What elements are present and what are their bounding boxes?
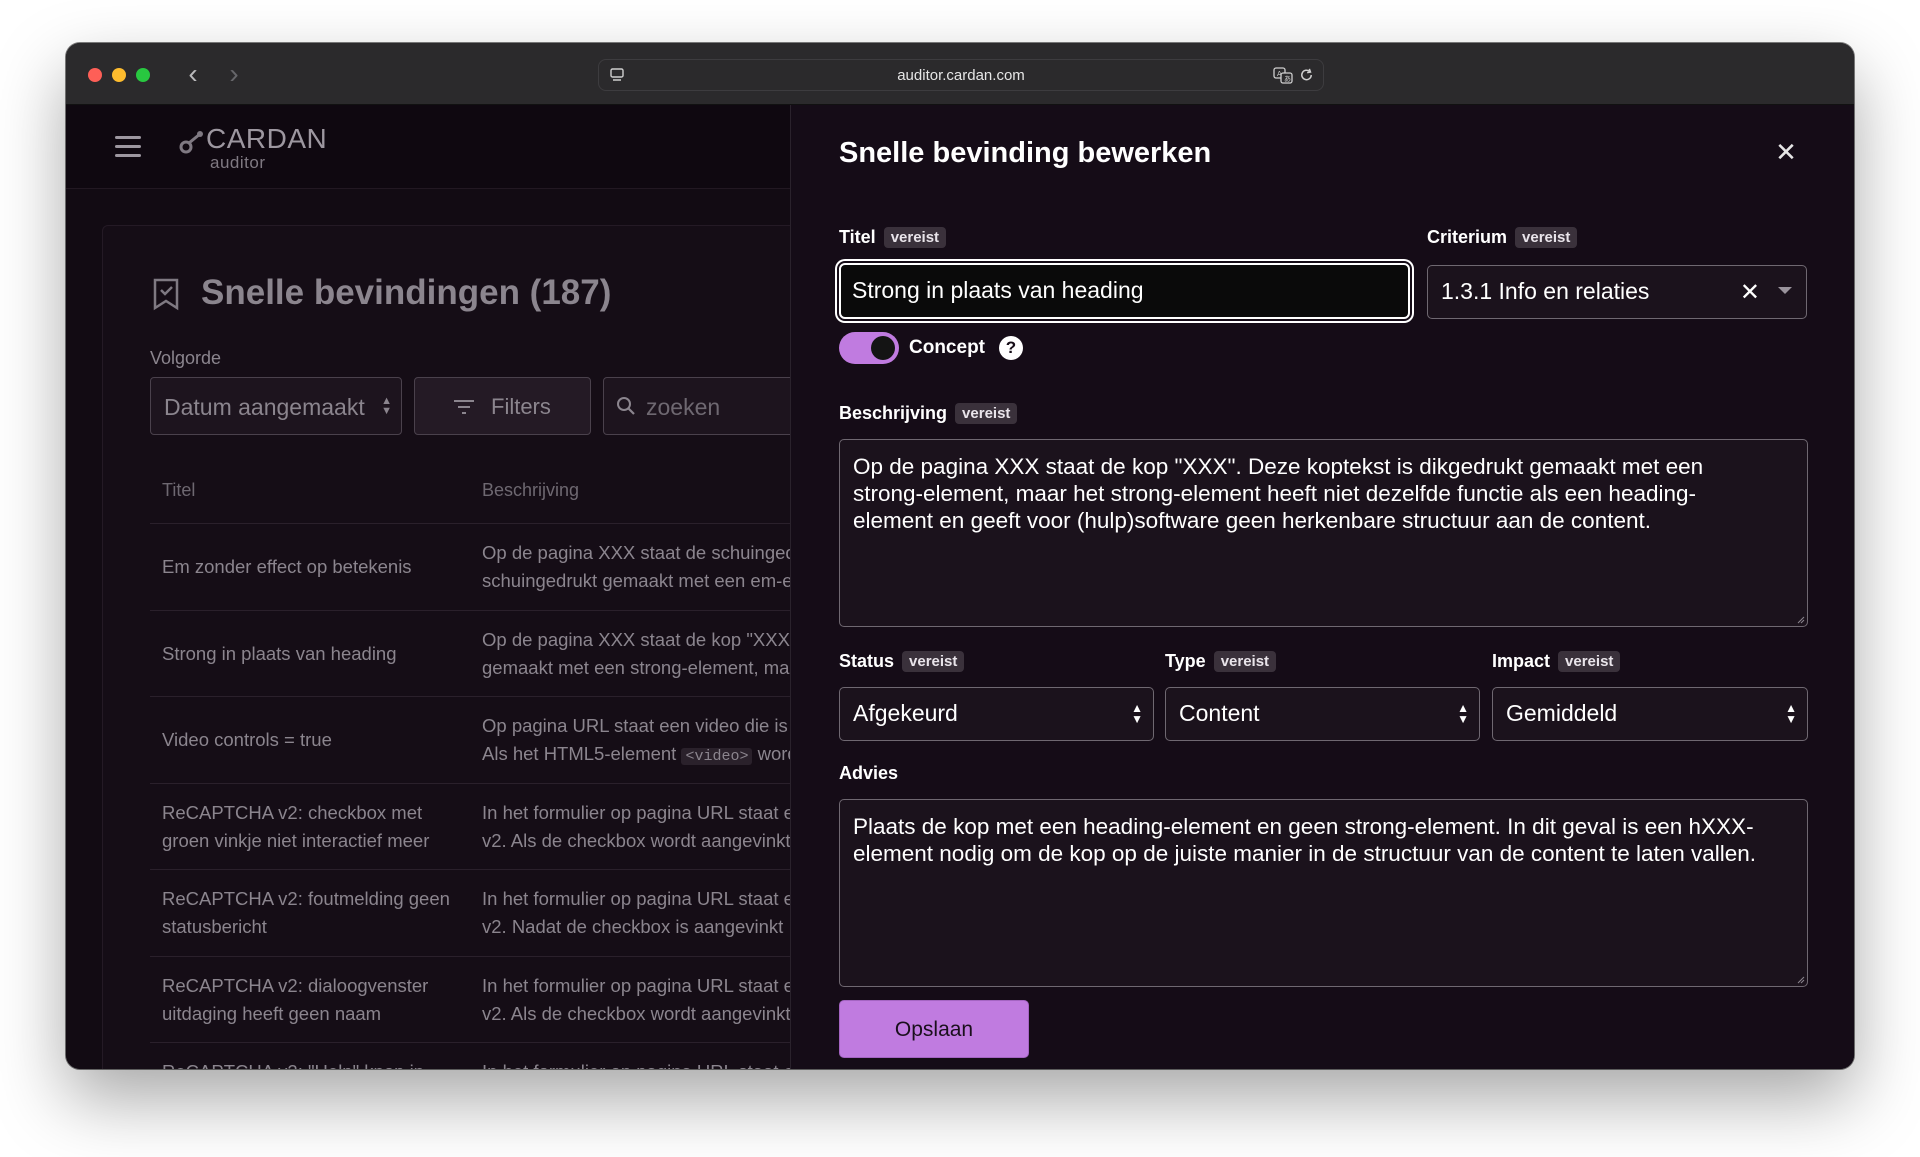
search-icon	[617, 397, 635, 415]
row-description: Op pagina URL staat een video die is ing…	[482, 715, 812, 765]
row-title[interactable]: Video controls = true	[162, 726, 462, 754]
select-arrows-icon: ▲ ▼	[1131, 701, 1143, 726]
logo-subtitle: auditor	[210, 153, 266, 172]
row-description: In het formulier op pagina URL staat een…	[482, 801, 812, 851]
menu-icon[interactable]	[115, 136, 141, 158]
page-title: Snelle bevindingen (187)	[201, 273, 612, 312]
translate-icon[interactable]: A あ	[1273, 67, 1293, 84]
table-row[interactable]: ReCAPTCHA v2: checkbox met groen vinkje …	[150, 782, 812, 870]
save-button-label: Opslaan	[894, 1018, 974, 1041]
back-icon[interactable]: ‹	[179, 57, 207, 91]
row-description: In het formulier op pagina URL staat een…	[482, 974, 812, 1024]
table-row[interactable]: Em zonder effect op betekenis Op de pagi…	[150, 523, 812, 610]
table-row[interactable]: Video controls = true Op pagina URL staa…	[150, 696, 812, 783]
forward-icon[interactable]: ›	[220, 57, 248, 91]
impact-select[interactable]: Gemiddeld ▲ ▼	[1492, 687, 1808, 741]
required-badge: vereist	[1558, 651, 1621, 672]
type-field-label: Type vereist	[1165, 651, 1277, 672]
logo-name: CARDAN	[206, 123, 328, 154]
row-description: Op de pagina XXX staat de schuingedrukte…	[482, 542, 812, 591]
table-row[interactable]: Strong in plaats van heading Op de pagin…	[150, 609, 812, 697]
order-label: Volgorde	[150, 348, 222, 368]
advice-textarea[interactable]: Plaats de kop met een heading-element en…	[839, 799, 1808, 987]
impact-field-label: Impact vereist	[1492, 651, 1621, 672]
edit-finding-dialog: Snelle bevinding bewerken ✕ Titel vereist…	[790, 105, 1854, 1069]
svg-text:あ: あ	[1284, 75, 1291, 83]
search-input[interactable]	[646, 392, 796, 422]
svg-text:A: A	[1277, 70, 1282, 78]
column-header-title[interactable]: Titel	[162, 480, 195, 501]
status-value: Afgekeurd	[853, 700, 958, 726]
row-title[interactable]: Strong in plaats van heading	[162, 640, 462, 668]
type-value: Content	[1179, 700, 1260, 726]
row-description: Op de pagina XXX staat de kop "XXX". Dez…	[482, 628, 812, 678]
row-description: In het formulier op pagina URL staat een…	[482, 888, 812, 937]
help-icon[interactable]: ?	[999, 336, 1023, 360]
browser-window: ‹ › auditor.cardan.com A あ CARDAN audito…	[66, 43, 1854, 1069]
app-area: CARDAN auditor Snelle bevindingen (187) …	[66, 105, 1854, 1069]
impact-value: Gemiddeld	[1506, 700, 1618, 726]
browser-titlebar: ‹ › auditor.cardan.com A あ	[66, 43, 1854, 105]
description-textarea[interactable]: Op de pagina XXX staat de kop "XXX". Dez…	[839, 439, 1808, 627]
select-arrows-icon: ▲ ▼	[1785, 701, 1797, 726]
filter-icon	[454, 400, 474, 414]
findings-table: Em zonder effect op betekenis Op de pagi…	[150, 523, 812, 1069]
save-button[interactable]: Opslaan	[839, 1000, 1029, 1058]
title-field-label: Titel vereist	[839, 227, 947, 248]
close-window-button[interactable]	[88, 68, 102, 82]
chevron-down-icon[interactable]	[1778, 287, 1792, 294]
logo-mark-icon	[179, 131, 203, 154]
table-row[interactable]: ReCAPTCHA v2: dialoogvenster uitdaging h…	[150, 955, 812, 1043]
maximize-window-button[interactable]	[136, 68, 150, 82]
select-arrows-icon: ▲ ▼	[381, 395, 392, 417]
order-select-value: Datum aangemaakt	[164, 394, 365, 420]
description-text[interactable]: Op de pagina XXX staat de kop "XXX". Dez…	[853, 453, 1767, 534]
required-badge: vereist	[955, 403, 1018, 424]
column-header-description[interactable]: Beschrijving	[482, 480, 579, 501]
row-title[interactable]: Em zonder effect op betekenis	[162, 553, 462, 581]
row-title[interactable]: ReCAPTCHA v2: checkbox met groen vinkje …	[162, 799, 462, 855]
table-row[interactable]: ReCAPTCHA v2: "Help" knop in In het form…	[150, 1042, 812, 1069]
resize-handle-icon[interactable]	[1795, 614, 1805, 624]
status-field-label: Status vereist	[839, 651, 965, 672]
select-arrows-icon: ▲ ▼	[1457, 701, 1469, 726]
title-input-value[interactable]: Strong in plaats van heading	[852, 277, 1144, 304]
table-row[interactable]: ReCAPTCHA v2: foutmelding geen statusber…	[150, 869, 812, 956]
required-badge: vereist	[902, 651, 965, 672]
reload-icon[interactable]	[1298, 66, 1315, 84]
minimize-window-button[interactable]	[112, 68, 126, 82]
filters-label: Filters	[491, 394, 551, 419]
required-badge: vereist	[1515, 227, 1578, 248]
resize-handle-icon[interactable]	[1795, 974, 1805, 984]
advice-text[interactable]: Plaats de kop met een heading-element en…	[853, 813, 1767, 867]
row-description: In het formulier op pagina URL staat een…	[482, 1058, 812, 1069]
criterium-field-label: Criterium vereist	[1427, 227, 1578, 248]
advice-field-label: Advies	[839, 763, 899, 783]
required-badge: vereist	[883, 227, 947, 248]
filters-button[interactable]: Filters	[414, 377, 591, 435]
bookmark-icon	[153, 278, 179, 311]
search-field[interactable]	[603, 377, 803, 435]
app-header: CARDAN auditor	[66, 105, 790, 189]
clear-icon[interactable]: ✕	[1740, 278, 1760, 307]
row-title[interactable]: ReCAPTCHA v2: foutmelding geen statusber…	[162, 885, 462, 941]
required-badge: vereist	[1213, 651, 1277, 672]
dialog-title: Snelle bevinding bewerken	[839, 137, 1212, 169]
order-select[interactable]: Datum aangemaakt ▲ ▼	[150, 377, 402, 435]
row-title[interactable]: ReCAPTCHA v2: "Help" knop in	[162, 1058, 462, 1069]
concept-toggle[interactable]	[839, 332, 899, 364]
criterium-select[interactable]: 1.3.1 Info en relaties ✕	[1427, 265, 1807, 319]
title-input[interactable]: Strong in plaats van heading	[839, 263, 1410, 319]
description-field-label: Beschrijving vereist	[839, 403, 1018, 424]
concept-label: Concept	[909, 337, 985, 358]
status-select[interactable]: Afgekeurd ▲ ▼	[839, 687, 1154, 741]
close-icon[interactable]: ✕	[1771, 137, 1801, 167]
address-bar[interactable]: auditor.cardan.com A あ	[598, 59, 1324, 91]
criterium-value: 1.3.1 Info en relaties	[1441, 278, 1650, 304]
row-title[interactable]: ReCAPTCHA v2: dialoogvenster uitdaging h…	[162, 972, 462, 1028]
type-select[interactable]: Content ▲ ▼	[1165, 687, 1480, 741]
url-text[interactable]: auditor.cardan.com	[599, 67, 1323, 84]
